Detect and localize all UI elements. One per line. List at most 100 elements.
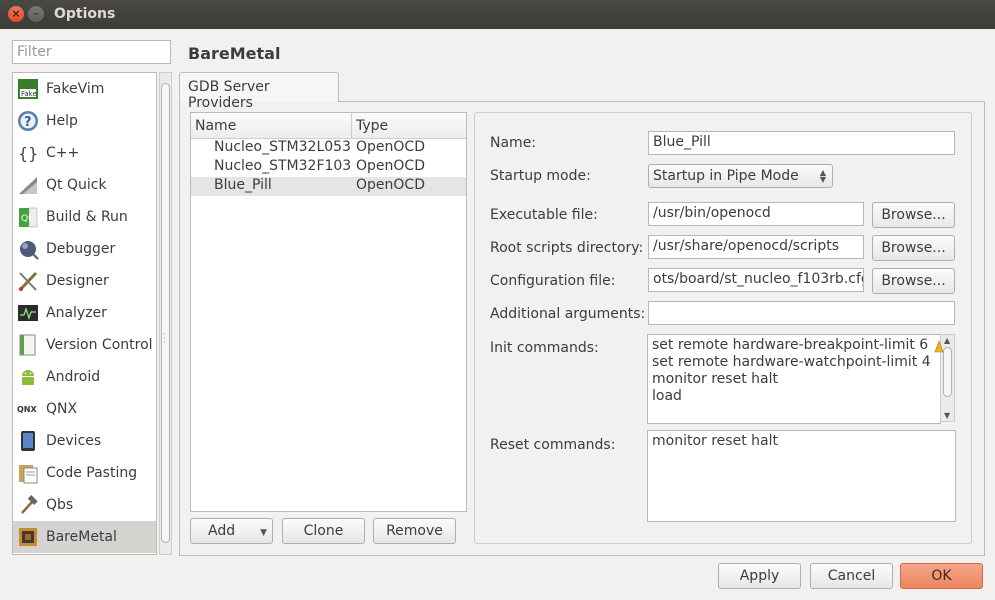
category-item-qnx[interactable]: QNX QNX <box>13 393 156 425</box>
init-commands-textarea[interactable]: set remote hardware-breakpoint-limit 6 s… <box>647 334 941 424</box>
table-row[interactable]: Nucleo_STM32F103 OpenOCD <box>191 158 466 177</box>
category-scrollbar[interactable] <box>159 72 172 555</box>
browse-root-scripts-button[interactable]: Browse... <box>872 235 955 261</box>
init-command-line: set remote hardware-watchpoint-limit 4 <box>652 354 931 370</box>
category-label: Designer <box>46 273 109 289</box>
clone-button[interactable]: Clone <box>282 518 365 544</box>
category-item-android[interactable]: Android <box>13 361 156 393</box>
qt-quick-icon <box>16 173 40 197</box>
executable-file-label: Executable file: <box>490 207 598 223</box>
debugger-icon <box>16 237 40 261</box>
startup-mode-label: Startup mode: <box>490 168 591 184</box>
apply-button[interactable]: Apply <box>718 563 801 589</box>
category-item-devices[interactable]: Devices <box>13 425 156 457</box>
devices-icon <box>16 429 40 453</box>
category-label: Debugger <box>46 241 116 257</box>
name-label: Name: <box>490 135 537 151</box>
svg-text:?: ? <box>24 115 32 130</box>
category-item-fakevim[interactable]: Fake FakeVim <box>13 73 156 105</box>
cancel-button[interactable]: Cancel <box>810 563 893 589</box>
version-control-icon <box>16 333 40 357</box>
table-row[interactable]: Nucleo_STM32L053 OpenOCD <box>191 139 466 158</box>
configuration-file-field[interactable]: ots/board/st_nucleo_f103rb.cfg <box>648 268 864 292</box>
configuration-file-label: Configuration file: <box>490 273 616 289</box>
table-header: Name Type <box>191 113 466 139</box>
baremetal-chip-icon <box>16 525 40 549</box>
category-label: Help <box>46 113 78 129</box>
category-label: Devices <box>46 433 102 449</box>
dropdown-arrow-icon: ▼ <box>260 528 267 538</box>
minimize-icon[interactable]: – <box>28 6 44 22</box>
provider-name: Nucleo_STM32L053 <box>214 139 351 155</box>
category-item-code-pasting[interactable]: Code Pasting <box>13 457 156 489</box>
category-item-cpp[interactable]: {} C++ <box>13 137 156 169</box>
column-header-type[interactable]: Type <box>352 113 466 138</box>
category-label: Qt Quick <box>46 177 107 193</box>
category-label: FakeVim <box>46 81 105 97</box>
category-label: Build & Run <box>46 209 128 225</box>
category-item-analyzer[interactable]: Analyzer <box>13 297 156 329</box>
filter-input[interactable] <box>12 40 171 64</box>
table-row[interactable]: Blue_Pill OpenOCD <box>191 177 466 196</box>
init-command-line: set remote hardware-breakpoint-limit 6 <box>652 337 929 353</box>
svg-text:Qt: Qt <box>21 214 32 224</box>
provider-type: OpenOCD <box>356 139 425 155</box>
root-scripts-field[interactable]: /usr/share/openocd/scripts <box>648 235 864 259</box>
fakevim-icon: Fake <box>16 77 40 101</box>
category-item-help[interactable]: ? Help <box>13 105 156 137</box>
category-label: Analyzer <box>46 305 107 321</box>
browse-executable-button[interactable]: Browse... <box>872 202 955 228</box>
svg-text:Fake: Fake <box>21 90 37 98</box>
reset-commands-label: Reset commands: <box>490 437 616 453</box>
tab-gdb-server-providers[interactable]: GDB Server Providers <box>179 72 339 111</box>
category-item-version-control[interactable]: Version Control <box>13 329 156 361</box>
remove-button[interactable]: Remove <box>373 518 456 544</box>
android-icon <box>16 365 40 389</box>
ok-button[interactable]: OK <box>900 563 983 589</box>
category-label: BareMetal <box>46 529 117 545</box>
reset-command-line: monitor reset halt <box>652 433 778 449</box>
svg-text:QNX: QNX <box>17 405 37 414</box>
scroll-down-icon[interactable]: ▼ <box>944 411 950 420</box>
page-title: BareMetal <box>188 44 281 63</box>
provider-type: OpenOCD <box>356 177 425 193</box>
warning-marker-icon <box>934 340 944 353</box>
name-field[interactable]: Blue_Pill <box>648 131 955 155</box>
column-header-name[interactable]: Name <box>191 113 352 138</box>
title-bar: × – Options <box>0 0 995 29</box>
additional-arguments-field[interactable] <box>648 301 955 325</box>
category-item-debugger[interactable]: Debugger <box>13 233 156 265</box>
category-label: Android <box>46 369 101 385</box>
category-label: C++ <box>46 145 80 161</box>
browse-configuration-button[interactable]: Browse... <box>872 268 955 294</box>
category-label: Version Control <box>46 337 153 353</box>
category-item-designer[interactable]: Designer <box>13 265 156 297</box>
add-button-label: Add <box>208 523 236 539</box>
cpp-braces-icon: {} <box>16 141 40 165</box>
close-icon[interactable]: × <box>8 6 24 22</box>
executable-file-field[interactable]: /usr/bin/openocd <box>648 202 864 226</box>
category-item-qbs[interactable]: Qbs <box>13 489 156 521</box>
category-label: Qbs <box>46 497 74 513</box>
category-item-build-run[interactable]: Qt Build & Run <box>13 201 156 233</box>
scrollbar-thumb[interactable] <box>161 83 170 543</box>
qbs-hammer-icon <box>16 493 40 517</box>
scroll-up-icon[interactable]: ▲ <box>944 336 950 345</box>
category-label: Code Pasting <box>46 465 138 481</box>
splitter-handle[interactable]: · · · <box>163 331 166 348</box>
category-item-baremetal[interactable]: BareMetal <box>13 521 156 553</box>
init-command-line: load <box>652 388 682 404</box>
provider-name: Nucleo_STM32F103 <box>214 158 352 174</box>
provider-type: OpenOCD <box>356 158 425 174</box>
qnx-icon: QNX <box>16 397 40 421</box>
scrollbar-thumb[interactable] <box>943 347 952 397</box>
add-button[interactable]: Add ▼ <box>190 518 273 544</box>
init-command-line: monitor reset halt <box>652 371 778 387</box>
root-scripts-label: Root scripts directory: <box>490 240 644 256</box>
designer-icon <box>16 269 40 293</box>
reset-commands-textarea[interactable]: monitor reset halt <box>647 430 956 522</box>
analyzer-icon <box>16 301 40 325</box>
category-item-qt-quick[interactable]: Qt Quick <box>13 169 156 201</box>
startup-mode-select[interactable]: Startup in Pipe Mode ▲ ▼ <box>648 164 833 188</box>
build-run-icon: Qt <box>16 205 40 229</box>
